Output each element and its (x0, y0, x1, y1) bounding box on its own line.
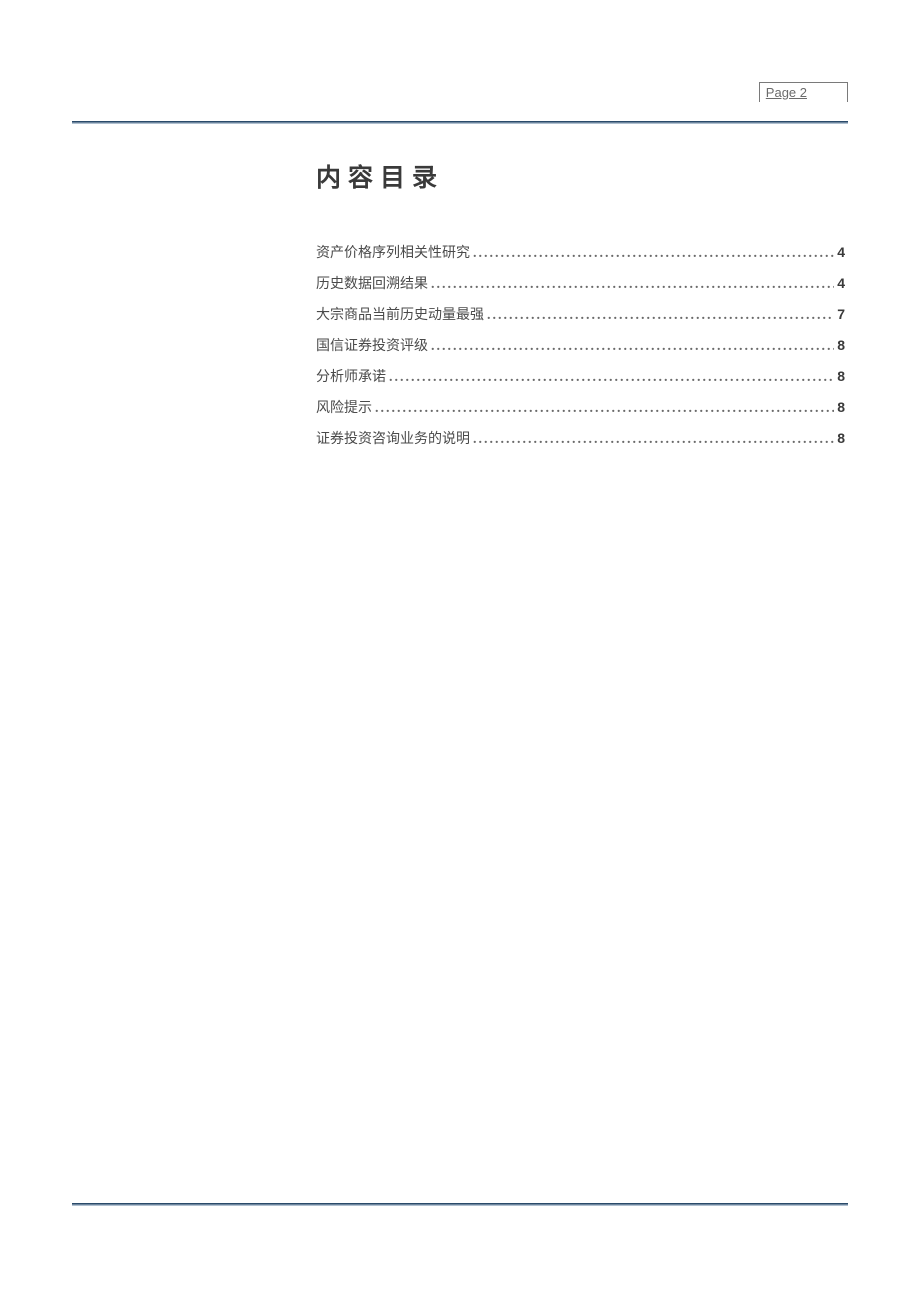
toc-item-leader (389, 370, 834, 386)
header-rule (72, 121, 848, 124)
toc-item-leader (431, 339, 834, 355)
toc-title: 内容目录 (316, 158, 845, 194)
toc-item-leader (487, 308, 834, 324)
toc-item-page: 8 (837, 368, 845, 384)
toc-list: 资产价格序列相关性研究 4 历史数据回溯结果 4 大宗商品当前历史动量最强 7 … (316, 242, 845, 448)
toc-item: 资产价格序列相关性研究 4 (316, 242, 845, 262)
page-number-box: Page 2 (759, 82, 848, 102)
toc-item-page: 8 (837, 337, 845, 353)
toc-item-page: 7 (837, 306, 845, 322)
toc-item: 国信证券投资评级 8 (316, 335, 845, 355)
toc-item-label: 分析师承诺 (316, 366, 386, 386)
toc-item-leader (375, 401, 834, 417)
toc-item-leader (473, 432, 834, 448)
toc-item: 历史数据回溯结果 4 (316, 273, 845, 293)
toc-item-page: 4 (837, 244, 845, 260)
toc-item-label: 大宗商品当前历史动量最强 (316, 304, 484, 324)
toc-item-label: 风险提示 (316, 397, 372, 417)
toc-item-page: 4 (837, 275, 845, 291)
toc-item-page: 8 (837, 399, 845, 415)
toc-item-label: 国信证券投资评级 (316, 335, 428, 355)
content-area: 内容目录 资产价格序列相关性研究 4 历史数据回溯结果 4 大宗商品当前历史动量… (316, 158, 845, 459)
toc-item-page: 8 (837, 430, 845, 446)
toc-item-label: 历史数据回溯结果 (316, 273, 428, 293)
toc-item: 分析师承诺 8 (316, 366, 845, 386)
toc-item-label: 资产价格序列相关性研究 (316, 242, 470, 262)
toc-item-leader (473, 246, 834, 262)
toc-item-label: 证券投资咨询业务的说明 (316, 428, 470, 448)
toc-item-leader (431, 277, 834, 293)
toc-item: 证券投资咨询业务的说明 8 (316, 428, 845, 448)
footer-rule (72, 1203, 848, 1206)
toc-item: 大宗商品当前历史动量最强 7 (316, 304, 845, 324)
page-number-text: Page 2 (766, 85, 807, 100)
toc-item: 风险提示 8 (316, 397, 845, 417)
